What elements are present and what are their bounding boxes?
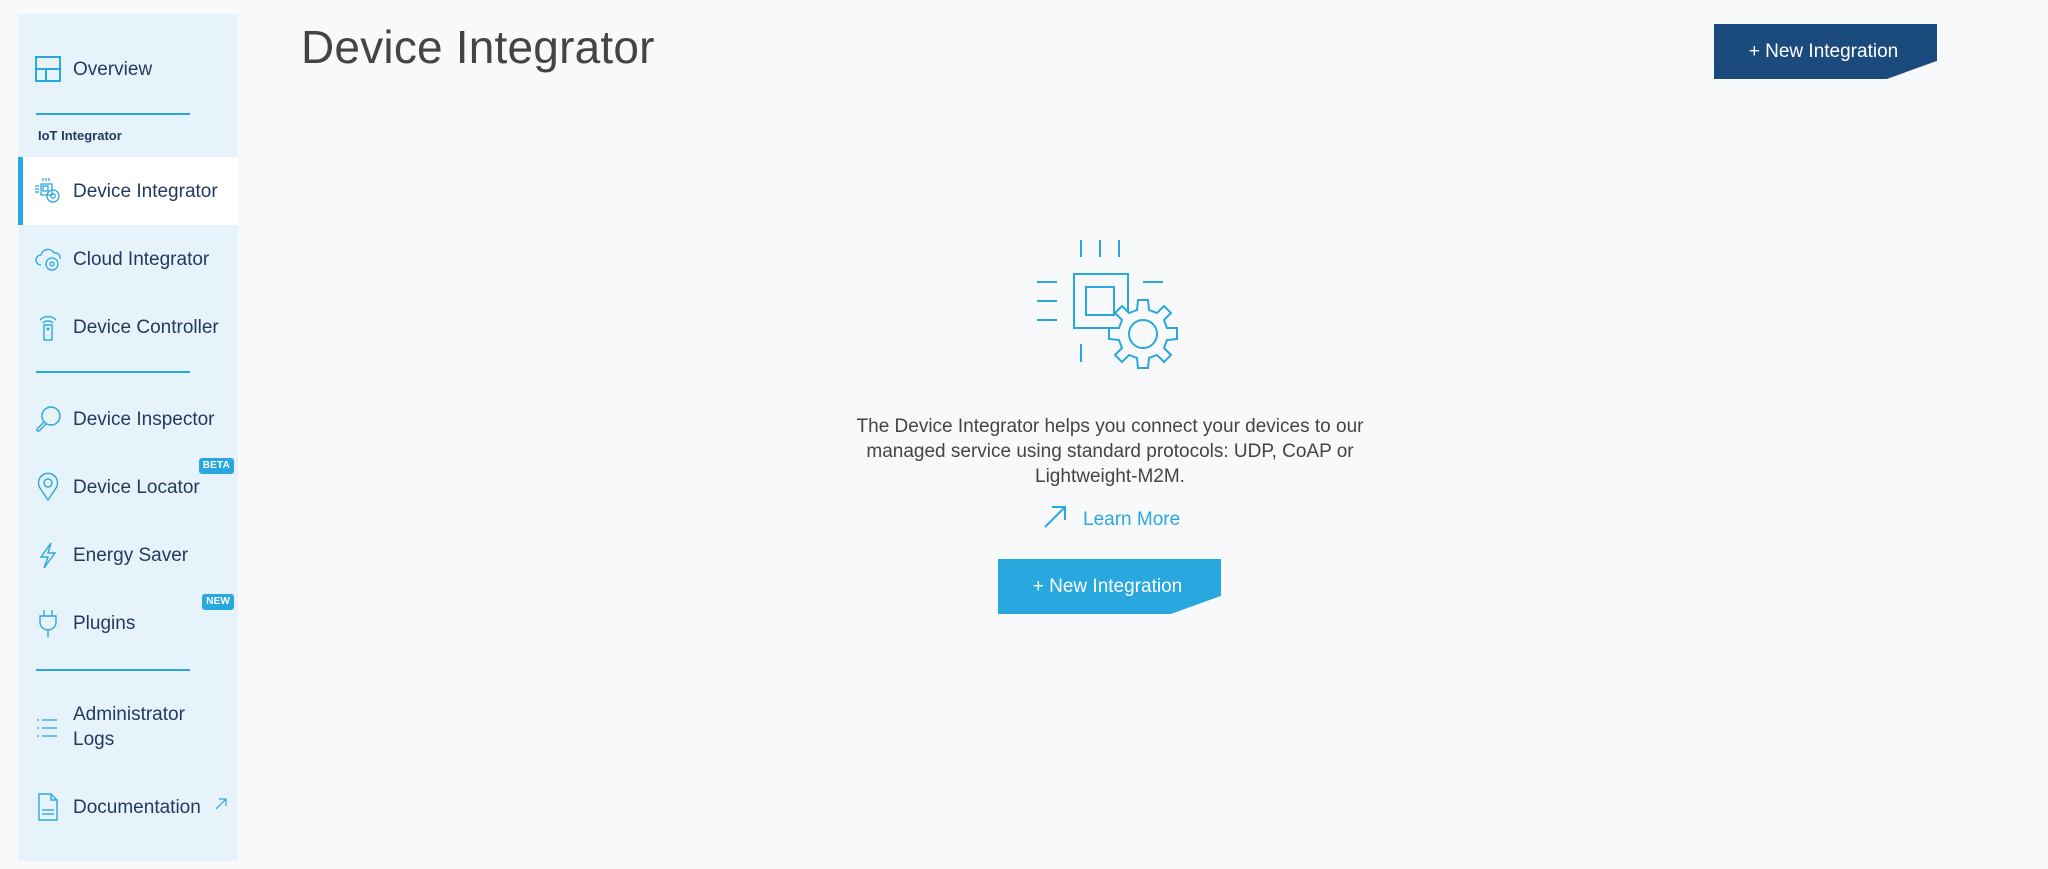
sidebar-item-label: Documentation [73,796,201,818]
arrow-up-right-icon [1043,505,1067,534]
empty-state-description: The Device Integrator helps you connect … [856,416,1364,487]
label-line-2: Logs [73,729,115,750]
sidebar-item-label: Energy Saver [73,544,189,566]
location-pin-icon [32,471,64,503]
external-link-icon [215,797,227,815]
chip-gear-illustration [1030,232,1190,392]
button-label: + New Integration [1748,40,1899,62]
section-label-iot-integrator: IoT Integrator [38,128,122,143]
cloud-gear-icon [32,243,64,275]
button-label: + New Integration [1032,575,1183,597]
page-title: Device Integrator [301,21,655,73]
sidebar-item-label: Device Inspector [73,408,215,430]
sidebar: Overview IoT Integrator Device Integrato… [18,14,238,861]
learn-more-link[interactable]: Learn More [1043,505,1180,534]
sidebar-divider [36,113,190,115]
document-icon [32,791,64,823]
sidebar-divider [36,371,190,373]
plug-icon [32,607,64,639]
sidebar-item-label: Device Locator [73,476,200,498]
new-integration-button[interactable]: + New Integration [998,559,1221,614]
list-icon [32,712,64,744]
new-integration-button-header[interactable]: + New Integration [1714,24,1937,79]
sidebar-item-device-inspector[interactable]: Device Inspector [18,385,238,453]
sidebar-item-administrator-logs[interactable]: Administrator Logs [18,690,238,766]
sidebar-item-energy-saver[interactable]: Energy Saver [18,521,238,589]
sidebar-item-label: Overview [73,58,153,80]
sidebar-item-device-locator[interactable]: Device Locator BETA [18,453,238,521]
beta-badge: BETA [198,458,234,474]
chip-gear-icon [32,175,64,207]
sidebar-item-label: Device Integrator [73,180,218,202]
sidebar-item-label: Plugins [73,612,136,634]
sidebar-item-plugins[interactable]: Plugins NEW [18,589,238,657]
new-badge: NEW [202,594,234,610]
sidebar-item-cloud-integrator[interactable]: Cloud Integrator [18,225,238,293]
sidebar-item-label: Device Controller [73,316,219,338]
sidebar-divider [36,669,190,671]
sidebar-item-device-integrator[interactable]: Device Integrator [18,157,238,225]
sidebar-item-documentation[interactable]: Documentation [18,773,238,841]
remote-signal-icon [32,311,64,343]
sidebar-item-device-controller[interactable]: Device Controller [18,293,238,361]
sidebar-item-label: Cloud Integrator [73,248,210,270]
magnifier-icon [32,403,64,435]
lightning-icon [32,539,64,571]
sidebar-item-overview[interactable]: Overview [18,35,238,103]
layout-grid-icon [32,53,64,85]
label-line-1: Administrator [73,704,185,725]
learn-more-label: Learn More [1083,508,1181,530]
sidebar-item-label: Administrator Logs [73,702,185,752]
